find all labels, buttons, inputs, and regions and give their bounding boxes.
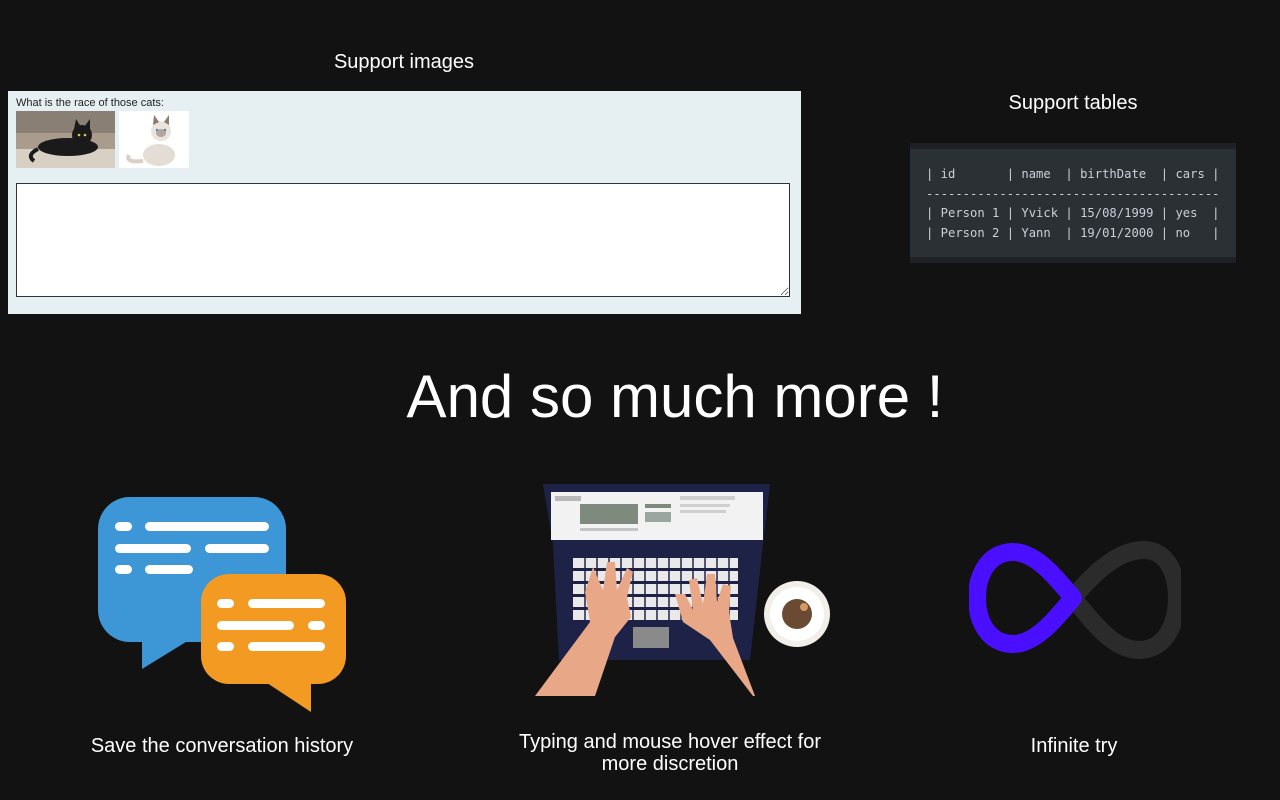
markdown-table-text: | id | name | birthDate | cars | -------… — [926, 167, 1220, 240]
tables-section-title: Support tables — [1008, 92, 1138, 114]
white-cat-thumbnail[interactable] — [119, 111, 189, 168]
feature-label-infinite: Infinite try — [1030, 735, 1118, 757]
laptop-typing-icon — [535, 482, 835, 697]
feature-label-typing: Typing and mouse hover effect for more d… — [518, 731, 822, 775]
feature-label-history: Save the conversation history — [90, 735, 354, 757]
markdown-table-block: | id | name | birthDate | cars | -------… — [910, 143, 1236, 263]
images-demo-panel: What is the race of those cats: — [8, 91, 801, 314]
black-cat-thumbnail[interactable] — [16, 111, 115, 168]
chat-bubbles-icon — [98, 497, 348, 712]
headline: And so much more ! — [406, 363, 944, 430]
images-section-title: Support images — [333, 51, 475, 73]
infinity-icon — [968, 540, 1186, 660]
images-question-text: What is the race of those cats: — [16, 97, 164, 109]
message-textarea[interactable] — [16, 183, 790, 297]
